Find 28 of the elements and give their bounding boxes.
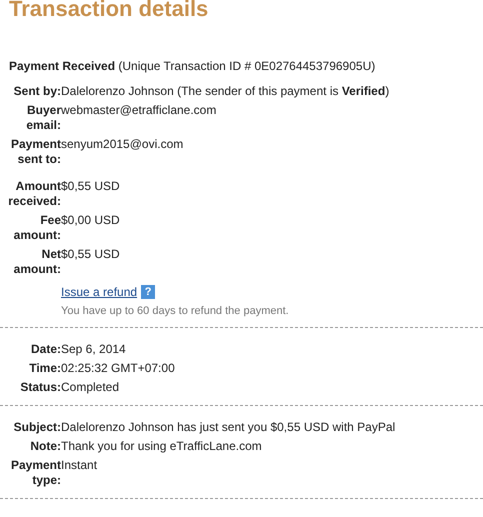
field-label: Net amount: — [12, 247, 61, 277]
field-value: 02:25:32 GMT+07:00 — [61, 361, 176, 376]
page-title: Transaction details — [9, 0, 210, 21]
field-label: Subject: — [12, 420, 61, 435]
field-value: Thank you for using eTrafficLane.com — [61, 439, 263, 454]
field-value: Dalelorenzo Johnson has just sent you $0,55 USD with PayPal — [61, 420, 396, 435]
field-label: Fee amount: — [12, 213, 61, 243]
field-value: $0,55 USD — [61, 179, 121, 194]
field-label: Date: — [30, 342, 61, 357]
field-label: Payment type: — [10, 458, 61, 488]
field-label: Time: — [28, 361, 61, 376]
field-value: webmaster@etrafficlane.com — [61, 103, 218, 118]
field-value: $0,00 USD — [61, 213, 121, 228]
field-label: Amount received: — [7, 179, 61, 209]
field-label: Sent by: — [12, 84, 61, 99]
payment-received-heading: Payment Received (Unique Transaction ID # 0E02764453796905U) — [9, 59, 376, 74]
field-label: Payment sent to: — [10, 137, 61, 167]
issue-refund-link[interactable]: Issue a refund — [61, 285, 138, 299]
field-value: $0,55 USD — [61, 247, 121, 262]
field-value: Completed — [61, 380, 120, 395]
field-label: Buyer email: — [25, 103, 61, 133]
field-value: Sep 6, 2014 — [61, 342, 127, 357]
field-value: Dalelorenzo Johnson (The sender of this payment is Verified) — [61, 84, 390, 99]
field-value: Instant — [61, 458, 98, 473]
field-label: Status: — [19, 380, 61, 395]
field-label: Note: — [29, 439, 61, 454]
field-value: senyum2015@ovi.com — [61, 137, 184, 152]
refund-note: You have up to 60 days to refund the payment. — [61, 305, 290, 317]
